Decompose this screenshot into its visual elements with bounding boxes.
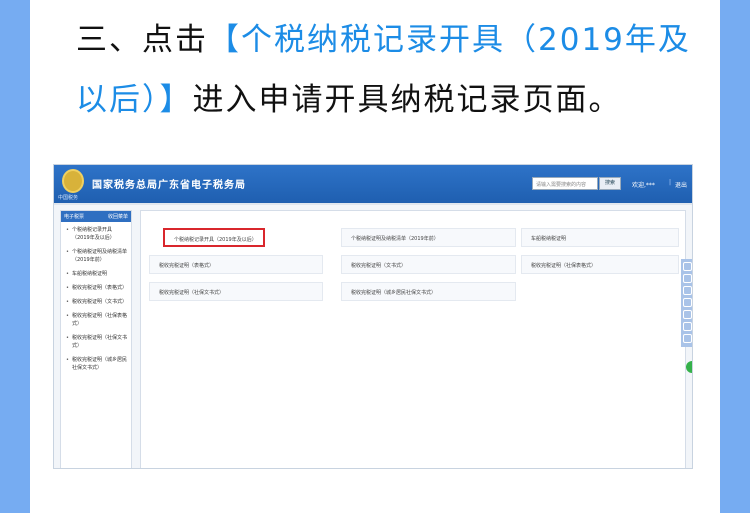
sidebar-item[interactable]: 车船税纳税证明 xyxy=(66,270,128,278)
portal-screenshot: 中国税务 国家税务总局广东省电子税务局 请输入需要搜索的内容 搜索 欢迎,***… xyxy=(53,164,693,469)
logout-link[interactable]: 退出 xyxy=(675,180,687,189)
feedback-icon[interactable] xyxy=(683,322,692,331)
topbar-separator: | xyxy=(669,179,672,186)
right-band xyxy=(720,0,750,513)
sidebar-header: 电子税票 收回菜单 xyxy=(61,211,131,222)
sidebar: 电子税票 收回菜单 个税纳税记录开具（2019年及以后） 个税纳税证明及纳税清单… xyxy=(60,210,132,468)
sidebar-item[interactable]: 税收完税证明（表格式） xyxy=(66,284,128,292)
sidebar-item[interactable]: 税收完税证明（城乡居民社保文书式） xyxy=(66,356,128,372)
instruction-highlight-2: 以后）】 xyxy=(76,82,193,118)
collapse-menu-button[interactable]: 收回菜单 xyxy=(108,213,128,220)
search-button[interactable]: 搜索 xyxy=(599,177,621,190)
user-name: 欢迎, xyxy=(632,182,646,189)
tax-emblem-icon xyxy=(62,169,84,193)
edit-icon[interactable] xyxy=(683,298,692,307)
instruction-highlight-1: 【个税纳税记录开具（2019年及 xyxy=(208,22,691,58)
tile-tax-certificate-urban-rural-social[interactable]: 税收完税证明（城乡居民社保文书式） xyxy=(341,282,516,301)
sidebar-list: 个税纳税记录开具（2019年及以后） 个税纳税证明及纳税清单（2019年前） 车… xyxy=(61,222,131,372)
doc-icon[interactable] xyxy=(683,310,692,319)
chat-icon[interactable] xyxy=(683,274,692,283)
sidebar-item[interactable]: 税收完税证明（社保文书式） xyxy=(66,334,128,350)
instruction-line-2: 以后）】进入申请开具纳税记录页面。 xyxy=(76,74,622,119)
online-service-icon[interactable] xyxy=(686,361,692,373)
sidebar-item[interactable]: 个税纳税证明及纳税清单（2019年前） xyxy=(66,248,128,264)
tile-personal-tax-record[interactable]: 个税纳税记录开具（2019年及以后） xyxy=(163,228,265,247)
tile-tax-certificate-social-document[interactable]: 税收完税证明（社保文书式） xyxy=(149,282,323,301)
sidebar-item[interactable]: 个税纳税记录开具（2019年及以后） xyxy=(66,226,128,242)
topbar-divider xyxy=(54,203,692,205)
tile-personal-tax-certificate-pre2019[interactable]: 个税纳税证明及纳税清单（2019年前） xyxy=(341,228,516,247)
phone-icon[interactable] xyxy=(683,262,692,271)
up-arrow-icon[interactable] xyxy=(683,334,692,343)
float-toolbar xyxy=(681,259,692,347)
tile-tax-certificate-social-table[interactable]: 税收完税证明（社保表格式） xyxy=(521,255,679,274)
main-panel: 个税纳税记录开具（2019年及以后） 个税纳税证明及纳税清单（2019年前） 车… xyxy=(140,210,686,468)
emblem-caption: 中国税务 xyxy=(58,195,79,201)
portal-topbar: 中国税务 国家税务总局广东省电子税务局 请输入需要搜索的内容 搜索 欢迎,***… xyxy=(54,165,692,203)
tile-tax-certificate-table[interactable]: 税收完税证明（表格式） xyxy=(149,255,323,274)
instruction-prefix: 三、点击 xyxy=(76,22,208,58)
instruction-line-1: 三、点击【个税纳税记录开具（2019年及 xyxy=(76,14,691,59)
left-band xyxy=(0,0,30,513)
search-input[interactable]: 请输入需要搜索的内容 xyxy=(532,177,598,190)
sidebar-item[interactable]: 税收完税证明（社保表格式） xyxy=(66,312,128,328)
user-greeting: 欢迎,*** xyxy=(632,180,655,189)
site-title: 国家税务总局广东省电子税务局 xyxy=(92,180,246,191)
sidebar-header-label: 电子税票 xyxy=(64,214,85,220)
sidebar-item[interactable]: 税收完税证明（文书式） xyxy=(66,298,128,306)
user-masked: *** xyxy=(645,182,655,189)
instruction-suffix: 进入申请开具纳税记录页面。 xyxy=(192,82,622,118)
qr-icon[interactable] xyxy=(683,286,692,295)
tile-tax-certificate-document[interactable]: 税收完税证明（文书式） xyxy=(341,255,516,274)
tile-vehicle-tax-certificate[interactable]: 车船税纳税证明 xyxy=(521,228,679,247)
